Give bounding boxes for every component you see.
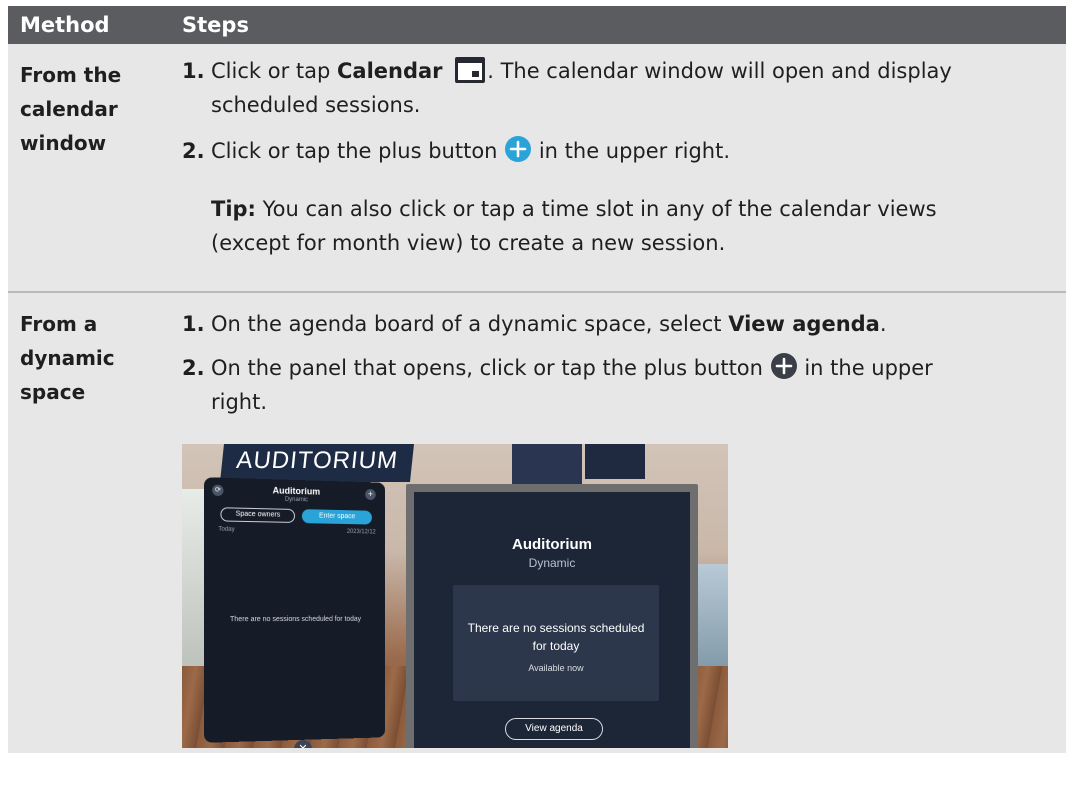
method-line: From a [20,312,98,336]
board-empty-line: for today [532,639,580,653]
enter-space-button[interactable]: Enter space [301,509,372,525]
board-status-box: There are no sessions scheduled for toda… [453,585,659,701]
background-pillar [512,444,582,484]
step-text-part: right. [211,390,268,414]
step-text: Click or tap Calendar . The calendar win… [211,54,1042,122]
step-text-part: Click or tap the plus button [211,139,505,163]
method-line: window [20,131,107,155]
method-cell: From the calendar window [8,44,182,291]
step-text-part: in the upper right. [532,139,731,163]
step-number: 1. [182,59,205,83]
background-sky [698,564,728,674]
agenda-side-panel: ⟳ Auditorium Dynamic + Space owners Ente… [203,477,386,743]
empty-state-text: There are no sessions scheduled for toda… [229,615,362,624]
view-agenda-button[interactable]: View agenda [505,718,603,740]
calendar-icon [455,57,486,83]
space-owners-button[interactable]: Space owners [220,507,296,523]
step-number: 2. [182,356,205,380]
background-pillar [585,444,645,479]
agenda-board: Auditorium Dynamic There are no sessions… [406,484,698,748]
board-subtitle: Dynamic [528,556,576,570]
header-method: Method [20,13,110,37]
method-line: From the [20,63,122,87]
step-text-part: On the agenda board of a dynamic space, … [211,312,729,336]
today-label: Today [218,526,235,533]
auditorium-banner: AUDITORIUM [220,444,414,482]
tip-text: Tip: You can also click or tap a time sl… [211,192,1042,260]
table-header: Method Steps [8,6,1066,44]
board-title: Auditorium [512,536,592,553]
plus-circle-icon [505,136,532,162]
date-label: 2023/12/12 [346,528,376,536]
table-row: From the calendar window 1. Click or tap… [8,44,1066,293]
step-text-part: Click or tap [211,59,337,83]
step-number: 1. [182,312,205,336]
step-number: 2. [182,139,205,163]
step-text: On the panel that opens, click or tap th… [211,351,1042,419]
board-empty-line: There are no sessions scheduled [467,621,645,635]
method-cell: From a dynamic space [8,293,182,753]
agenda-board-screen: Auditorium Dynamic There are no sessions… [414,492,690,748]
tip-label: Tip: [211,197,256,221]
method-line: calendar [20,97,118,121]
method-line: dynamic [20,346,115,370]
step-text-part: . [879,312,887,336]
tip-text-part: You can also click or tap a time slot in… [255,197,937,221]
vr-screenshot: AUDITORIUM ⟳ Auditorium Dynamic + Space … [182,444,728,748]
available-now-text: Available now [528,663,584,673]
plus-circle-dark-icon [770,353,797,379]
step-bold: Calendar [336,59,443,83]
header-steps: Steps [182,13,249,37]
board-empty-text: There are no sessions scheduled for toda… [453,619,659,655]
method-line: space [20,380,86,404]
steps-cell: 1. Click or tap Calendar . The calendar … [182,44,1066,291]
step-text-part: scheduled sessions. [211,93,421,117]
step-text-part: On the panel that opens, click or tap th… [211,356,770,380]
step-bold: View agenda [728,312,880,336]
step-text-part: . The calendar window will open and disp… [487,59,952,83]
add-session-button[interactable]: + [365,488,376,501]
step-text-part: in the upper [797,356,933,380]
step-text: Click or tap the plus button in the uppe… [211,134,1042,168]
tip-text-part: (except for month view) to create a new … [211,231,726,255]
step-text: On the agenda board of a dynamic space, … [211,307,1042,341]
